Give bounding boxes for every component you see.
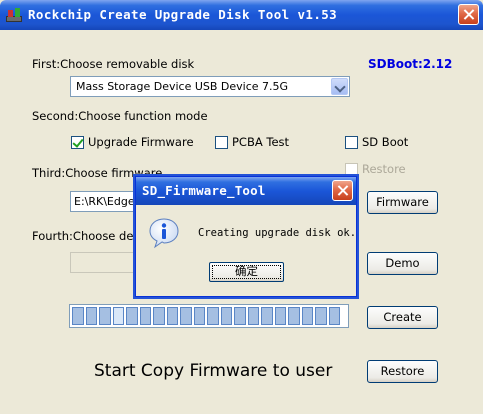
close-icon[interactable]	[458, 4, 479, 25]
restore-button[interactable]: Restore	[367, 360, 438, 383]
sd-boot-label: SD Boot	[362, 135, 409, 149]
progress-segment	[166, 307, 178, 325]
chevron-down-icon[interactable]	[331, 78, 348, 95]
message-dialog: SD_Firmware_Tool Creating upgrade disk o…	[135, 176, 357, 297]
step2-label: Second:Choose function mode	[32, 109, 208, 123]
upgrade-firmware-checkbox[interactable]	[71, 136, 84, 149]
progress-segment	[85, 307, 97, 325]
restore-checkbox-label: Restore	[362, 162, 406, 176]
pcba-test-label: PCBA Test	[232, 135, 290, 149]
dialog-ok-button[interactable]: 确定	[209, 262, 284, 282]
window-title: Rockchip Create Upgrade Disk Tool v1.53	[28, 7, 338, 22]
demo-path-field[interactable]	[70, 252, 140, 273]
step1-label: First:Choose removable disk	[32, 57, 195, 71]
progress-segment	[288, 307, 300, 325]
restore-checkbox	[345, 163, 358, 176]
progress-segment	[72, 307, 84, 325]
dialog-message: Creating upgrade disk ok.	[198, 227, 357, 239]
progress-segment	[139, 307, 151, 325]
dialog-close-icon[interactable]	[332, 180, 353, 201]
dialog-title: SD_Firmware_Tool	[142, 183, 266, 198]
app-icon	[6, 7, 22, 23]
progress-segment	[301, 307, 313, 325]
firmware-path-value: E:\RK\Edge\	[74, 195, 139, 208]
sd-boot-checkbox[interactable]	[345, 136, 358, 149]
copy-status-label: Start Copy Firmware to user	[94, 361, 333, 381]
firmware-button[interactable]: Firmware	[367, 191, 438, 214]
create-button[interactable]: Create	[367, 306, 438, 329]
progress-segment	[247, 307, 259, 325]
progress-bar	[69, 304, 349, 328]
progress-segment	[126, 307, 138, 325]
progress-segment	[328, 307, 340, 325]
progress-segment	[220, 307, 232, 325]
progress-segment	[112, 307, 124, 325]
pcba-test-checkbox[interactable]	[215, 136, 228, 149]
progress-segment	[153, 307, 165, 325]
progress-segment	[99, 307, 111, 325]
upgrade-firmware-label: Upgrade Firmware	[88, 135, 194, 149]
disk-select-value: Mass Storage Device USB Device 7.5G	[76, 80, 289, 93]
demo-button[interactable]: Demo	[367, 252, 438, 275]
progress-segment	[261, 307, 273, 325]
dialog-title-bar[interactable]: SD_Firmware_Tool	[136, 177, 356, 205]
progress-segment	[193, 307, 205, 325]
disk-select[interactable]: Mass Storage Device USB Device 7.5G	[70, 76, 350, 97]
step4-label: Fourth:Choose demo	[32, 229, 135, 243]
progress-segment	[315, 307, 327, 325]
progress-segment	[234, 307, 246, 325]
sdboot-version: SDBoot:2.12	[368, 57, 453, 71]
firmware-path-field[interactable]: E:\RK\Edge\	[70, 191, 140, 212]
info-icon	[149, 218, 179, 249]
progress-segment	[207, 307, 219, 325]
progress-segment	[274, 307, 286, 325]
progress-segment	[180, 307, 192, 325]
window-title-bar[interactable]: Rockchip Create Upgrade Disk Tool v1.53	[0, 0, 483, 30]
